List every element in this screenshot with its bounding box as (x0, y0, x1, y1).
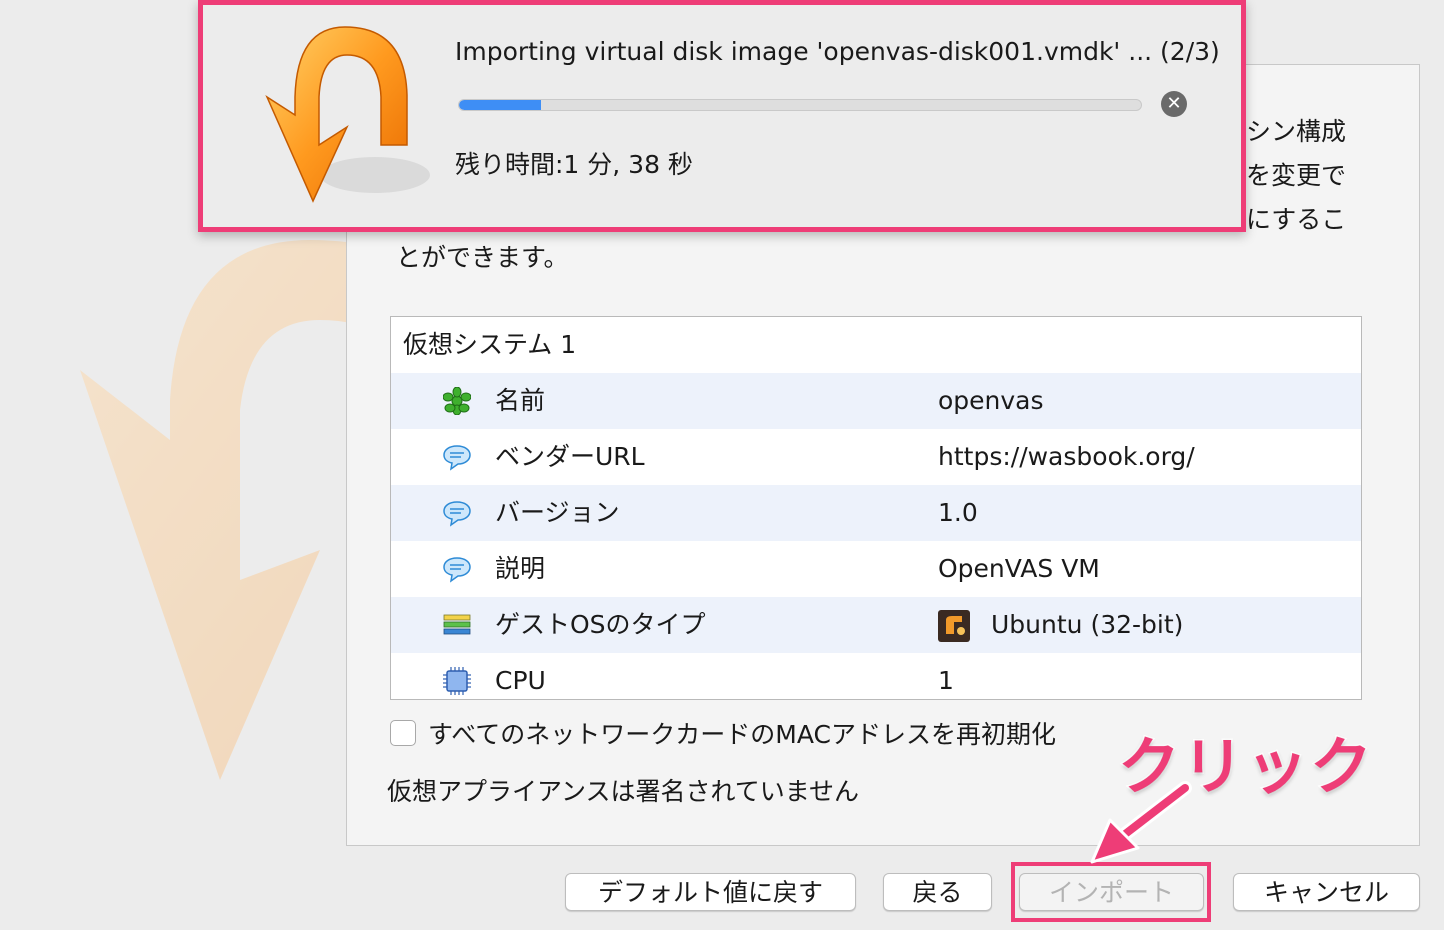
os-type-icon (443, 614, 471, 635)
table-row[interactable]: 説明 OpenVAS VM (391, 541, 1361, 597)
row-value[interactable]: 1.0 (938, 485, 978, 541)
unsigned-appliance-note: 仮想アプライアンスは署名されていません (387, 777, 860, 806)
row-key: ベンダーURL (495, 442, 645, 471)
row-key: ゲストOSのタイプ (495, 610, 706, 639)
close-circle-icon[interactable]: ✕ (1161, 91, 1187, 117)
row-value[interactable]: OpenVAS VM (938, 541, 1100, 597)
click-annotation-label: クリック (1116, 729, 1375, 805)
row-key: CPU (495, 666, 546, 695)
import-progress-popup: Importing virtual disk image 'openvas-di… (198, 0, 1246, 232)
description-line: を変更で (1246, 161, 1347, 190)
info-bubble-icon (443, 445, 471, 471)
progress-title: Importing virtual disk image 'openvas-di… (455, 37, 1220, 66)
info-bubble-icon (443, 501, 471, 527)
cancel-button[interactable]: キャンセル (1233, 873, 1420, 911)
info-bubble-icon (443, 557, 471, 583)
reinit-mac-checkbox[interactable] (390, 720, 416, 746)
table-row[interactable]: ベンダーURL https://wasbook.org/ (391, 429, 1361, 485)
import-highlight-box (1011, 862, 1211, 922)
row-key: 名前 (495, 386, 546, 415)
table-row[interactable]: バージョン 1.0 (391, 485, 1361, 541)
reinit-mac-label[interactable]: すべてのネットワークカードのMACアドレスを再初期化 (428, 715, 1056, 751)
table-row[interactable]: CPU 1 (391, 653, 1361, 699)
time-remaining: 残り時間:1 分, 38 秒 (455, 150, 693, 179)
back-button[interactable]: 戻る (883, 873, 992, 911)
row-key: 説明 (495, 554, 546, 583)
table-row[interactable]: 名前 openvas (391, 373, 1361, 429)
description-text-fragment: シン構成 を変更で にするこ (1246, 110, 1346, 242)
name-icon (443, 387, 471, 415)
restore-defaults-button[interactable]: デフォルト値に戻す (565, 873, 856, 911)
cpu-icon (443, 667, 471, 695)
row-value[interactable]: Ubuntu (32-bit) (991, 597, 1183, 653)
ubuntu-icon (938, 610, 970, 642)
appliance-settings-table[interactable]: 仮想システム 1 名前 openvas ベンダーURL https://wasb… (390, 316, 1362, 700)
description-line: とができます。 (396, 243, 569, 272)
progress-fill (459, 100, 541, 110)
import-arrow-icon (265, 26, 430, 203)
import-progress-bar (458, 99, 1142, 111)
row-value[interactable]: openvas (938, 373, 1044, 429)
table-row[interactable]: ゲストOSのタイプ Ubuntu (32-bit) (391, 597, 1361, 653)
row-value[interactable]: https://wasbook.org/ (938, 429, 1195, 485)
description-line: にするこ (1246, 205, 1347, 234)
row-value[interactable]: 1 (938, 653, 954, 699)
row-key: バージョン (495, 498, 620, 527)
virtual-system-header[interactable]: 仮想システム 1 (391, 317, 1361, 373)
reinit-mac-option[interactable]: すべてのネットワークカードのMACアドレスを再初期化 (390, 716, 1056, 750)
description-line: シン構成 (1246, 117, 1347, 146)
